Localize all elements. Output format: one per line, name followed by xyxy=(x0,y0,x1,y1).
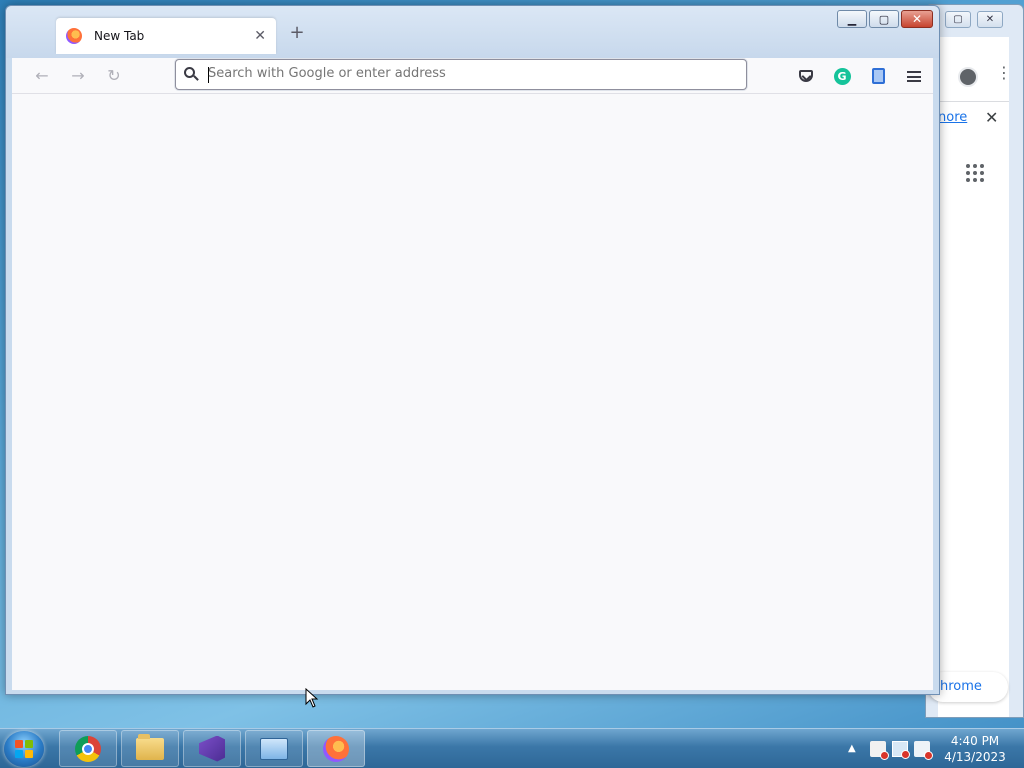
firefox-window: New Tab ✕ + ▁ ▢ ✕ ← → ↻ G xyxy=(5,5,940,695)
profile-avatar-icon[interactable] xyxy=(958,67,978,87)
taskbar-chrome[interactable] xyxy=(59,730,117,767)
start-button[interactable] xyxy=(4,731,44,767)
tab-title: New Tab xyxy=(94,29,145,43)
remote-desktop-icon xyxy=(260,737,288,760)
folder-icon xyxy=(136,733,164,760)
chrome-window-controls: ▢ ✕ xyxy=(945,11,1003,28)
taskbar-remote-desktop[interactable] xyxy=(245,730,303,767)
url-input[interactable] xyxy=(208,66,728,81)
firefox-titlebar[interactable]: New Tab ✕ + ▁ ▢ ✕ xyxy=(6,6,939,58)
taskbar: ▲ 4:40 PM 4/13/2023 xyxy=(0,728,1024,768)
chrome-menu-icon[interactable]: ⋮ xyxy=(996,65,1012,81)
grammarly-icon[interactable]: G xyxy=(832,66,852,86)
visual-studio-icon xyxy=(199,735,225,762)
show-hidden-icons-icon[interactable]: ▲ xyxy=(848,743,856,754)
maximize-button[interactable]: ▢ xyxy=(869,10,899,28)
clock-time: 4:40 PM xyxy=(950,734,1000,748)
chrome-close-button[interactable]: ✕ xyxy=(977,11,1003,28)
reload-button[interactable]: ↻ xyxy=(104,66,124,86)
taskbar-firefox[interactable] xyxy=(307,730,365,767)
back-button[interactable]: ← xyxy=(32,66,52,86)
pocket-icon[interactable] xyxy=(796,66,816,86)
close-button[interactable]: ✕ xyxy=(901,10,933,28)
hamburger-menu-icon[interactable] xyxy=(904,66,924,86)
firefox-window-controls: ▁ ▢ ✕ xyxy=(837,10,933,28)
chrome-toolbar: ⋮ xyxy=(938,37,1012,101)
taskbar-file-explorer[interactable] xyxy=(121,730,179,767)
google-apps-icon[interactable] xyxy=(966,164,984,182)
network-icon[interactable] xyxy=(892,741,910,759)
forward-button[interactable]: → xyxy=(68,66,88,86)
address-bar[interactable] xyxy=(175,59,747,90)
learn-more-link[interactable]: nore xyxy=(938,110,967,125)
system-tray: ▲ 4:40 PM 4/13/2023 xyxy=(834,729,1024,768)
tab-close-icon[interactable]: ✕ xyxy=(254,28,266,44)
tab-new-tab[interactable]: New Tab ✕ xyxy=(56,18,276,54)
taskbar-visual-studio-installer[interactable] xyxy=(183,730,241,767)
page-content[interactable] xyxy=(12,94,933,690)
extension-icon[interactable] xyxy=(868,66,888,86)
chrome-maximize-button[interactable]: ▢ xyxy=(945,11,971,28)
system-clock[interactable]: 4:40 PM 4/13/2023 xyxy=(940,733,1010,765)
chrome-icon xyxy=(75,735,101,762)
action-center-flag-icon[interactable] xyxy=(870,741,889,760)
windows-logo-icon xyxy=(15,740,33,758)
clock-date: 4/13/2023 xyxy=(944,750,1006,764)
firefox-favicon-icon xyxy=(66,28,82,44)
navigation-toolbar: ← → ↻ G xyxy=(12,58,933,94)
banner-close-icon[interactable]: ✕ xyxy=(985,108,998,127)
minimize-button[interactable]: ▁ xyxy=(837,10,867,28)
chrome-page: nore ✕ hrome xyxy=(928,101,1009,717)
volume-muted-icon[interactable] xyxy=(914,741,933,760)
new-tab-button[interactable]: + xyxy=(286,22,308,44)
firefox-icon xyxy=(323,735,349,762)
search-icon xyxy=(184,67,199,82)
customize-chrome-button[interactable]: hrome xyxy=(928,672,1008,702)
